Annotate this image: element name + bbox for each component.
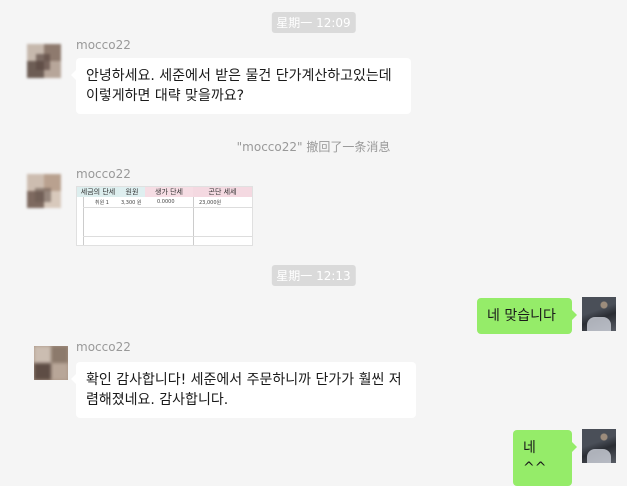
recall-notice: "mocco22" 撤回了一条消息	[236, 140, 391, 154]
sheet-cell: 0.0000	[157, 199, 175, 205]
sheet-cell: 23,000원	[199, 200, 222, 206]
sheet-header: 곤단 세세	[208, 188, 237, 196]
sheet-gridline	[83, 197, 84, 245]
my-avatar[interactable]	[582, 297, 616, 331]
sheet-cell: 3,300 원	[121, 200, 142, 206]
message-bubble-incoming[interactable]: 확인 감사합니다! 세준에서 주문하니까 단가가 훨씬 저렴해졌네요. 감사합니…	[71, 362, 416, 418]
message-bubble-outgoing[interactable]: 네 ^^	[513, 430, 577, 486]
sender-name: mocco22	[76, 38, 131, 52]
contact-avatar[interactable]	[34, 346, 68, 380]
my-avatar[interactable]	[582, 429, 616, 463]
message-bubble-outgoing[interactable]: 네 맞습니다	[477, 298, 577, 334]
sheet-header: 세금의 단세	[80, 188, 116, 196]
sheet-header: 생가 단세	[155, 188, 183, 196]
sheet-gridline	[83, 236, 252, 237]
message-bubble-incoming[interactable]: 안녕하세요. 세준에서 받은 물건 단가계산하고있는데 이렇게하면 대략 맞을까…	[71, 58, 411, 114]
chat-window: 星期一 12:09 mocco22 안녕하세요. 세준에서 받은 물건 단가계산…	[0, 0, 627, 486]
contact-avatar[interactable]	[27, 44, 61, 78]
sender-name: mocco22	[76, 167, 131, 181]
sheet-header: 원원	[125, 188, 139, 196]
sender-name: mocco22	[76, 340, 131, 354]
timestamp: 星期一 12:09	[271, 12, 356, 33]
spreadsheet-image[interactable]: 세금의 단세 원원 생가 단세 곤단 세세 취원 1 3,300 원 0.000…	[76, 186, 253, 246]
timestamp: 星期一 12:13	[271, 265, 356, 286]
contact-avatar[interactable]	[27, 174, 61, 208]
sheet-gridline	[193, 197, 194, 245]
sheet-cell: 취원 1	[95, 200, 109, 206]
sheet-gridline	[83, 207, 252, 208]
